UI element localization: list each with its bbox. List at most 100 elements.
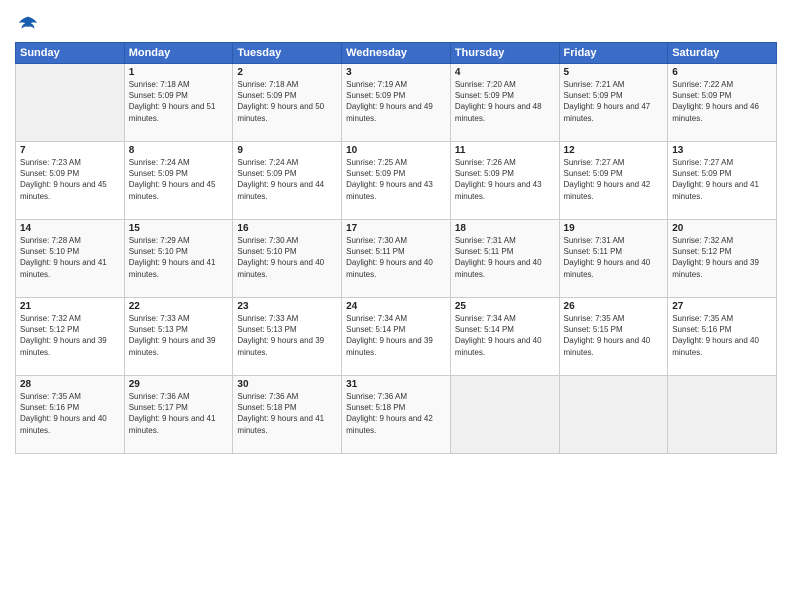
day-header-tuesday: Tuesday: [233, 43, 342, 64]
day-number: 24: [346, 301, 446, 312]
calendar-cell: 18Sunrise: 7:31 AMSunset: 5:11 PMDayligh…: [450, 220, 559, 298]
calendar-cell: 12Sunrise: 7:27 AMSunset: 5:09 PMDayligh…: [559, 142, 668, 220]
calendar-cell: [16, 64, 125, 142]
calendar-cell: 25Sunrise: 7:34 AMSunset: 5:14 PMDayligh…: [450, 298, 559, 376]
day-number: 7: [20, 145, 120, 156]
day-info: Sunrise: 7:26 AMSunset: 5:09 PMDaylight:…: [455, 157, 555, 202]
calendar-cell: 17Sunrise: 7:30 AMSunset: 5:11 PMDayligh…: [342, 220, 451, 298]
calendar-cell: 19Sunrise: 7:31 AMSunset: 5:11 PMDayligh…: [559, 220, 668, 298]
calendar-cell: 26Sunrise: 7:35 AMSunset: 5:15 PMDayligh…: [559, 298, 668, 376]
day-info: Sunrise: 7:30 AMSunset: 5:11 PMDaylight:…: [346, 235, 446, 280]
calendar-cell: 23Sunrise: 7:33 AMSunset: 5:13 PMDayligh…: [233, 298, 342, 376]
calendar-cell: 21Sunrise: 7:32 AMSunset: 5:12 PMDayligh…: [16, 298, 125, 376]
calendar-week-2: 7Sunrise: 7:23 AMSunset: 5:09 PMDaylight…: [16, 142, 777, 220]
day-number: 22: [129, 301, 229, 312]
calendar-cell: 27Sunrise: 7:35 AMSunset: 5:16 PMDayligh…: [668, 298, 777, 376]
calendar-week-3: 14Sunrise: 7:28 AMSunset: 5:10 PMDayligh…: [16, 220, 777, 298]
day-number: 8: [129, 145, 229, 156]
day-number: 19: [564, 223, 664, 234]
calendar-week-5: 28Sunrise: 7:35 AMSunset: 5:16 PMDayligh…: [16, 376, 777, 454]
calendar-table: SundayMondayTuesdayWednesdayThursdayFrid…: [15, 42, 777, 454]
day-number: 10: [346, 145, 446, 156]
logo: [15, 14, 39, 36]
day-header-friday: Friday: [559, 43, 668, 64]
logo-bird-icon: [17, 14, 39, 36]
day-number: 28: [20, 379, 120, 390]
day-info: Sunrise: 7:29 AMSunset: 5:10 PMDaylight:…: [129, 235, 229, 280]
day-info: Sunrise: 7:31 AMSunset: 5:11 PMDaylight:…: [455, 235, 555, 280]
calendar-cell: 24Sunrise: 7:34 AMSunset: 5:14 PMDayligh…: [342, 298, 451, 376]
day-info: Sunrise: 7:35 AMSunset: 5:16 PMDaylight:…: [20, 391, 120, 436]
day-info: Sunrise: 7:33 AMSunset: 5:13 PMDaylight:…: [129, 313, 229, 358]
calendar-cell: 28Sunrise: 7:35 AMSunset: 5:16 PMDayligh…: [16, 376, 125, 454]
day-number: 15: [129, 223, 229, 234]
day-number: 11: [455, 145, 555, 156]
calendar-cell: 5Sunrise: 7:21 AMSunset: 5:09 PMDaylight…: [559, 64, 668, 142]
calendar-cell: 22Sunrise: 7:33 AMSunset: 5:13 PMDayligh…: [124, 298, 233, 376]
day-number: 21: [20, 301, 120, 312]
day-number: 17: [346, 223, 446, 234]
day-number: 2: [237, 67, 337, 78]
day-info: Sunrise: 7:22 AMSunset: 5:09 PMDaylight:…: [672, 79, 772, 124]
calendar-cell: 29Sunrise: 7:36 AMSunset: 5:17 PMDayligh…: [124, 376, 233, 454]
day-info: Sunrise: 7:35 AMSunset: 5:16 PMDaylight:…: [672, 313, 772, 358]
day-number: 13: [672, 145, 772, 156]
day-info: Sunrise: 7:20 AMSunset: 5:09 PMDaylight:…: [455, 79, 555, 124]
calendar-cell: [450, 376, 559, 454]
calendar-cell: 10Sunrise: 7:25 AMSunset: 5:09 PMDayligh…: [342, 142, 451, 220]
calendar-cell: 31Sunrise: 7:36 AMSunset: 5:18 PMDayligh…: [342, 376, 451, 454]
day-number: 14: [20, 223, 120, 234]
calendar-cell: [559, 376, 668, 454]
day-header-monday: Monday: [124, 43, 233, 64]
day-info: Sunrise: 7:36 AMSunset: 5:18 PMDaylight:…: [346, 391, 446, 436]
day-number: 26: [564, 301, 664, 312]
day-info: Sunrise: 7:31 AMSunset: 5:11 PMDaylight:…: [564, 235, 664, 280]
day-info: Sunrise: 7:27 AMSunset: 5:09 PMDaylight:…: [672, 157, 772, 202]
day-number: 18: [455, 223, 555, 234]
calendar-cell: [668, 376, 777, 454]
calendar-cell: 3Sunrise: 7:19 AMSunset: 5:09 PMDaylight…: [342, 64, 451, 142]
day-number: 12: [564, 145, 664, 156]
page-container: SundayMondayTuesdayWednesdayThursdayFrid…: [0, 0, 792, 612]
day-info: Sunrise: 7:34 AMSunset: 5:14 PMDaylight:…: [455, 313, 555, 358]
day-info: Sunrise: 7:30 AMSunset: 5:10 PMDaylight:…: [237, 235, 337, 280]
day-number: 6: [672, 67, 772, 78]
day-info: Sunrise: 7:36 AMSunset: 5:17 PMDaylight:…: [129, 391, 229, 436]
calendar-cell: 30Sunrise: 7:36 AMSunset: 5:18 PMDayligh…: [233, 376, 342, 454]
calendar-cell: 7Sunrise: 7:23 AMSunset: 5:09 PMDaylight…: [16, 142, 125, 220]
day-info: Sunrise: 7:32 AMSunset: 5:12 PMDaylight:…: [20, 313, 120, 358]
calendar-cell: 6Sunrise: 7:22 AMSunset: 5:09 PMDaylight…: [668, 64, 777, 142]
day-info: Sunrise: 7:34 AMSunset: 5:14 PMDaylight:…: [346, 313, 446, 358]
day-number: 1: [129, 67, 229, 78]
calendar-cell: 8Sunrise: 7:24 AMSunset: 5:09 PMDaylight…: [124, 142, 233, 220]
day-info: Sunrise: 7:33 AMSunset: 5:13 PMDaylight:…: [237, 313, 337, 358]
calendar-cell: 2Sunrise: 7:18 AMSunset: 5:09 PMDaylight…: [233, 64, 342, 142]
calendar-cell: 16Sunrise: 7:30 AMSunset: 5:10 PMDayligh…: [233, 220, 342, 298]
day-number: 3: [346, 67, 446, 78]
day-info: Sunrise: 7:25 AMSunset: 5:09 PMDaylight:…: [346, 157, 446, 202]
day-number: 5: [564, 67, 664, 78]
calendar-week-1: 1Sunrise: 7:18 AMSunset: 5:09 PMDaylight…: [16, 64, 777, 142]
day-number: 23: [237, 301, 337, 312]
day-info: Sunrise: 7:19 AMSunset: 5:09 PMDaylight:…: [346, 79, 446, 124]
calendar-cell: 4Sunrise: 7:20 AMSunset: 5:09 PMDaylight…: [450, 64, 559, 142]
calendar-cell: 14Sunrise: 7:28 AMSunset: 5:10 PMDayligh…: [16, 220, 125, 298]
day-number: 9: [237, 145, 337, 156]
day-info: Sunrise: 7:24 AMSunset: 5:09 PMDaylight:…: [129, 157, 229, 202]
day-info: Sunrise: 7:36 AMSunset: 5:18 PMDaylight:…: [237, 391, 337, 436]
day-number: 27: [672, 301, 772, 312]
calendar-cell: 1Sunrise: 7:18 AMSunset: 5:09 PMDaylight…: [124, 64, 233, 142]
calendar-cell: 11Sunrise: 7:26 AMSunset: 5:09 PMDayligh…: [450, 142, 559, 220]
day-info: Sunrise: 7:18 AMSunset: 5:09 PMDaylight:…: [237, 79, 337, 124]
day-info: Sunrise: 7:28 AMSunset: 5:10 PMDaylight:…: [20, 235, 120, 280]
day-info: Sunrise: 7:18 AMSunset: 5:09 PMDaylight:…: [129, 79, 229, 124]
day-number: 29: [129, 379, 229, 390]
day-number: 31: [346, 379, 446, 390]
calendar-cell: 13Sunrise: 7:27 AMSunset: 5:09 PMDayligh…: [668, 142, 777, 220]
day-number: 30: [237, 379, 337, 390]
calendar-cell: 20Sunrise: 7:32 AMSunset: 5:12 PMDayligh…: [668, 220, 777, 298]
day-info: Sunrise: 7:27 AMSunset: 5:09 PMDaylight:…: [564, 157, 664, 202]
day-header-sunday: Sunday: [16, 43, 125, 64]
day-number: 4: [455, 67, 555, 78]
calendar-cell: 15Sunrise: 7:29 AMSunset: 5:10 PMDayligh…: [124, 220, 233, 298]
